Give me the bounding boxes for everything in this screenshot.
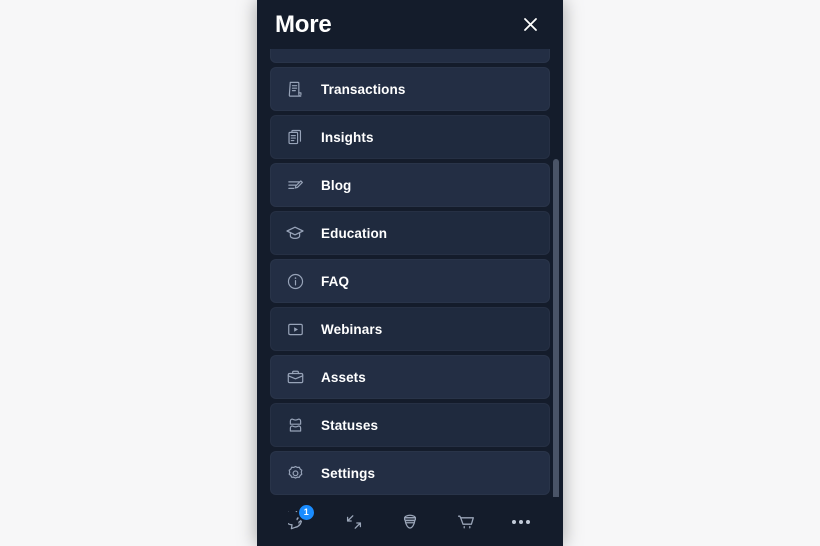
acorn-shield-icon: [399, 511, 421, 533]
shopping-cart-icon: [455, 511, 477, 533]
play-square-icon: [283, 317, 307, 341]
menu-item-label: Statuses: [321, 417, 379, 433]
documents-copy-icon: [283, 125, 307, 149]
page-title: More: [275, 10, 332, 38]
menu-item-faq[interactable]: FAQ: [270, 259, 550, 303]
menu-item-education[interactable]: Education: [270, 211, 550, 255]
info-circle-icon: [283, 269, 307, 293]
panel-header: More: [257, 0, 563, 49]
menu-scrollbar-thumb[interactable]: [553, 159, 559, 497]
menu-item-label: Transactions: [321, 81, 406, 97]
menu-item-webinars[interactable]: Webinars: [270, 307, 550, 351]
partial-hidden-icon: [283, 49, 307, 53]
menu-item-assets[interactable]: Assets: [270, 355, 550, 399]
ellipsis-icon: [512, 519, 531, 524]
diagonal-arrows-icon: [343, 511, 365, 533]
menu-item-label: Settings: [321, 465, 376, 481]
menu-item-transactions[interactable]: Transactions: [270, 67, 550, 111]
list-item-partial[interactable]: [270, 49, 550, 63]
menu-item-label: Assets: [321, 369, 366, 385]
help-button[interactable]: 1: [280, 502, 318, 539]
receipt-document-icon: [283, 77, 307, 101]
menu-item-label: Webinars: [321, 321, 383, 337]
menu-item-label: Education: [321, 225, 388, 241]
menu-item-statuses[interactable]: Statuses: [270, 403, 550, 447]
close-button[interactable]: [516, 11, 544, 39]
menu-list: Transactions Insights Blog Education FAQ…: [270, 49, 550, 495]
edit-lines-pencil-icon: [283, 173, 307, 197]
menu-scrollbar-track[interactable]: [552, 49, 560, 497]
menu-item-blog[interactable]: Blog: [270, 163, 550, 207]
gear-cog-icon: [283, 461, 307, 485]
menu-item-label: Insights: [321, 129, 374, 145]
bottom-toolbar: 1: [257, 497, 563, 546]
graduation-cap-icon: [283, 221, 307, 245]
menu-item-label: FAQ: [321, 273, 350, 289]
more-panel: More Transactions Insights Blog Educatio…: [257, 0, 563, 546]
cart-button[interactable]: [447, 505, 485, 539]
shield-button[interactable]: [391, 505, 429, 539]
briefcase-icon: [283, 365, 307, 389]
more-button[interactable]: [502, 505, 540, 539]
menu-item-settings[interactable]: Settings: [270, 451, 550, 495]
layers-stack-icon: [283, 413, 307, 437]
menu-item-label: Blog: [321, 177, 352, 193]
collapse-button[interactable]: [335, 505, 373, 539]
help-badge-count: 1: [296, 502, 316, 522]
close-icon: [522, 16, 539, 33]
menu-scroll-region[interactable]: Transactions Insights Blog Education FAQ…: [257, 49, 563, 497]
menu-item-insights[interactable]: Insights: [270, 115, 550, 159]
